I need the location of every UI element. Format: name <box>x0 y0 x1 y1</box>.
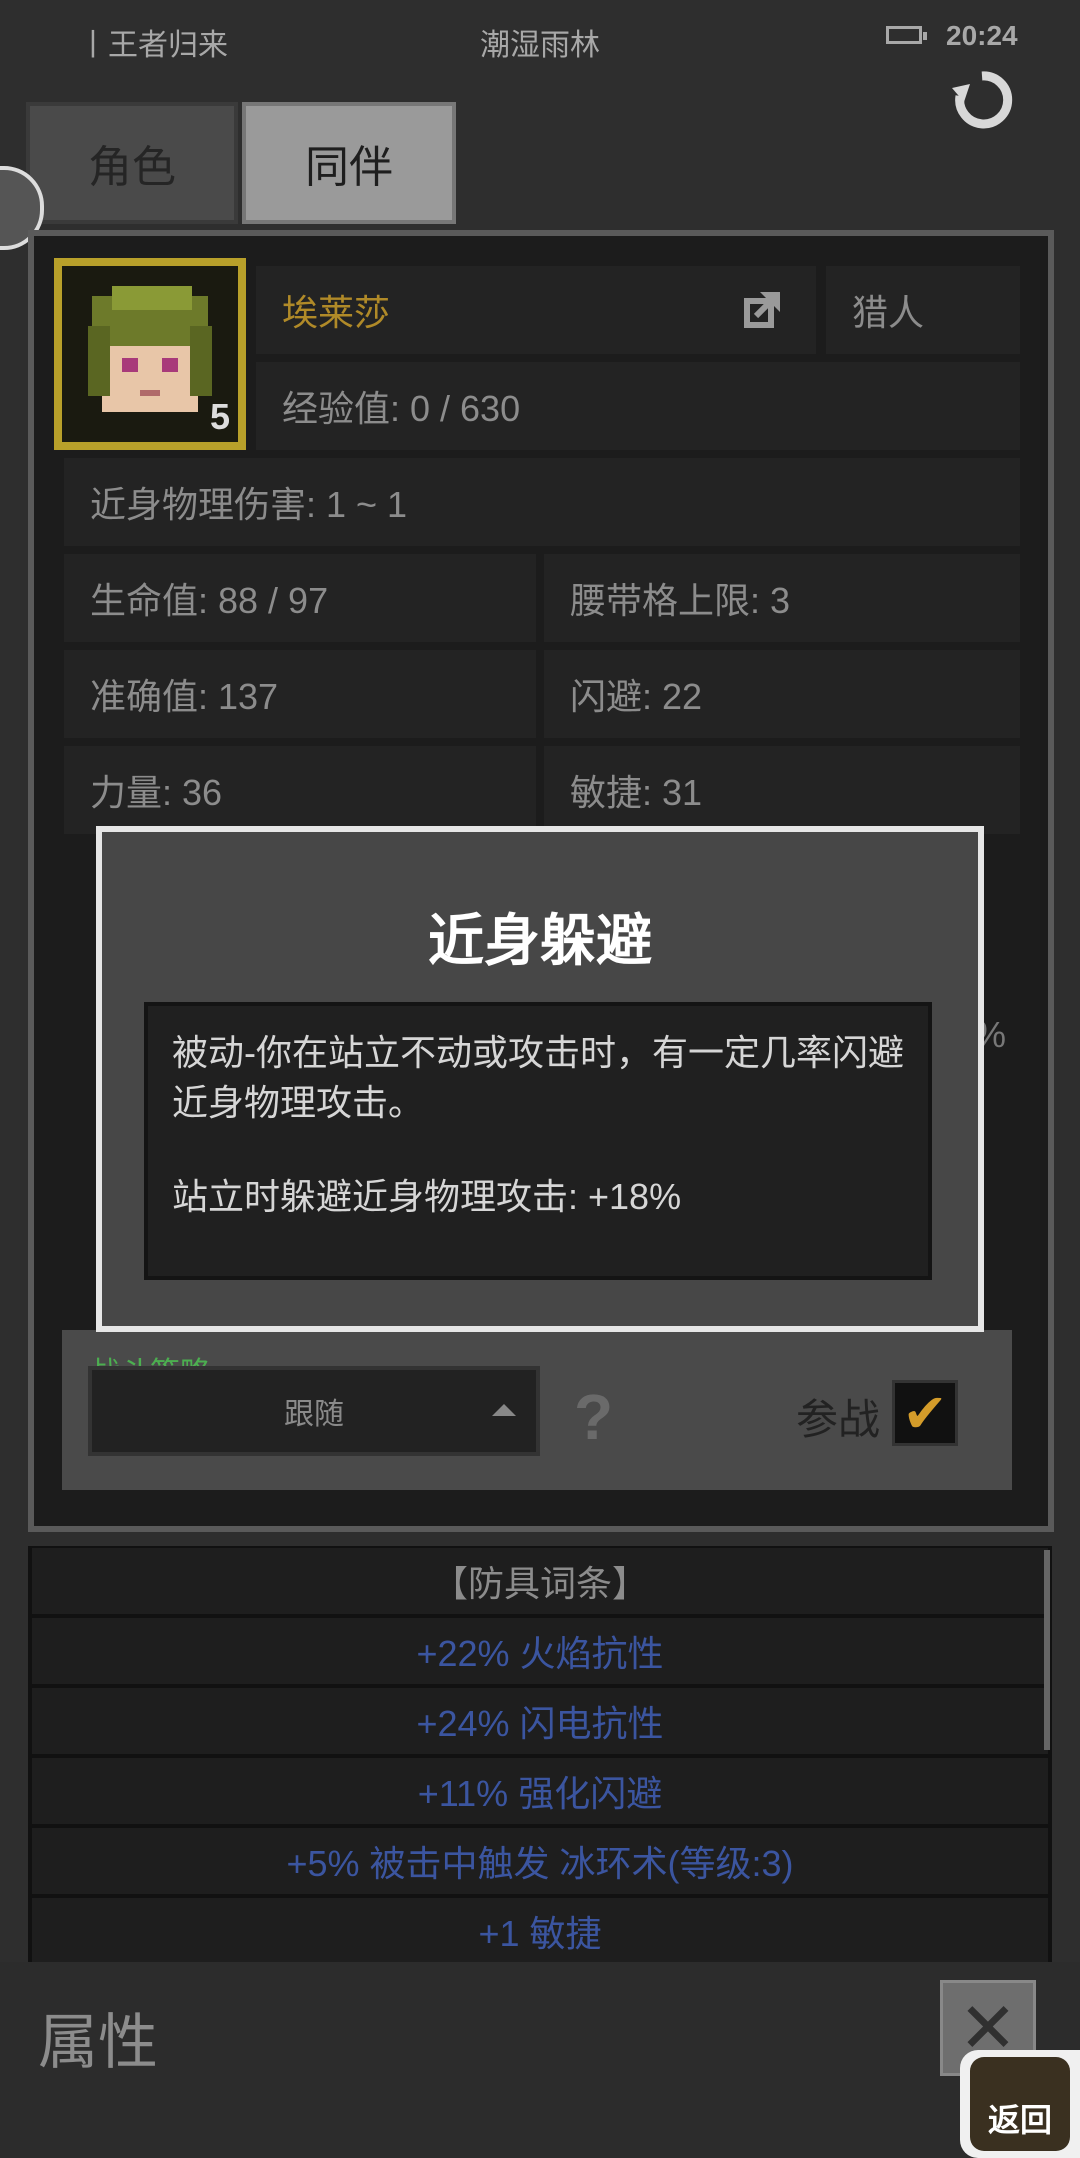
join-battle-label: 参战 <box>796 1396 881 1443</box>
back-button[interactable]: 返回 <box>960 2050 1080 2158</box>
melee-damage-text: 近身物理伤害: 1 ~ 1 <box>90 484 408 525</box>
clock: 20:24 <box>946 20 1018 51</box>
bottom-bar <box>0 1962 1080 2158</box>
skill-effect: 站立时躲避近身物理攻击: +18% <box>172 1176 682 1217</box>
dialog-title: 近身躲避 <box>428 909 652 972</box>
list-item: +24% 闪电抗性 <box>32 1688 1048 1754</box>
dialog-body: 被动-你在站立不动或攻击时，有一定几率闪避近身物理攻击。 站立时躲避近身物理攻击… <box>144 1002 932 1280</box>
battery-icon <box>886 26 927 44</box>
list-item: +5% 被击中触发 冰环术(等级:3) <box>32 1828 1048 1894</box>
belt-limit-text: 腰带格上限: 3 <box>570 580 791 621</box>
level-badge: 5 <box>209 396 230 437</box>
affix-header: 【防具词条】 <box>32 1548 1048 1614</box>
caret-up-icon <box>492 1404 516 1416</box>
list-item: +1 敏捷 <box>32 1898 1048 1964</box>
name-cell: 埃莱莎 <box>256 266 816 354</box>
list-item: +11% 强化闪避 <box>32 1758 1048 1824</box>
melee-damage-cell: 近身物理伤害: 1 ~ 1 <box>64 458 1020 546</box>
skill-description: 被动-你在站立不动或攻击时，有一定几率闪避近身物理攻击。 <box>172 1032 904 1123</box>
back-label: 返回 <box>987 2102 1052 2138</box>
accuracy-cell: 准确值: 137 <box>64 650 536 738</box>
avatar[interactable]: 5 <box>54 258 246 450</box>
tab-partner[interactable]: 同伴 <box>242 102 456 224</box>
experience-text: 经验值: 0 / 630 <box>282 388 521 429</box>
dodge-cell: 闪避: 22 <box>544 650 1020 738</box>
agility-text: 敏捷: 31 <box>570 772 703 813</box>
dodge-text: 闪避: 22 <box>570 676 703 717</box>
strategy-selected: 跟随 <box>284 1398 344 1431</box>
join-battle-checkbox[interactable]: ✔ <box>892 1380 958 1446</box>
exp-cell: 经验值: 0 / 630 <box>256 362 1020 450</box>
checkmark-icon: ✔ <box>902 1383 948 1444</box>
hp-cell: 生命值: 88 / 97 <box>64 554 536 642</box>
accuracy-text: 准确值: 137 <box>90 676 279 717</box>
character-class: 猎人 <box>852 292 925 333</box>
hp-text: 生命值: 88 / 97 <box>90 580 329 621</box>
character-name: 埃莱莎 <box>282 292 391 333</box>
affix-list: 【防具词条】 +22% 火焰抗性 +24% 闪电抗性 +11% 强化闪避 +5%… <box>28 1546 1052 1964</box>
strategy-select[interactable]: 跟随 <box>88 1366 540 1456</box>
rename-icon[interactable] <box>742 290 782 330</box>
list-item: +22% 火焰抗性 <box>32 1618 1048 1684</box>
help-icon[interactable]: ? <box>574 1380 613 1454</box>
strength-text: 力量: 36 <box>90 772 223 813</box>
strength-cell: 力量: 36 <box>64 746 536 834</box>
agility-cell: 敏捷: 31 <box>544 746 1020 834</box>
section-title: 属性 <box>38 2009 158 2076</box>
refresh-icon[interactable] <box>948 66 1016 134</box>
scrollbar[interactable] <box>1044 1550 1050 1750</box>
class-cell: 猎人 <box>826 266 1020 354</box>
tab-role[interactable]: 角色 <box>26 102 238 224</box>
belt-cell: 腰带格上限: 3 <box>544 554 1020 642</box>
